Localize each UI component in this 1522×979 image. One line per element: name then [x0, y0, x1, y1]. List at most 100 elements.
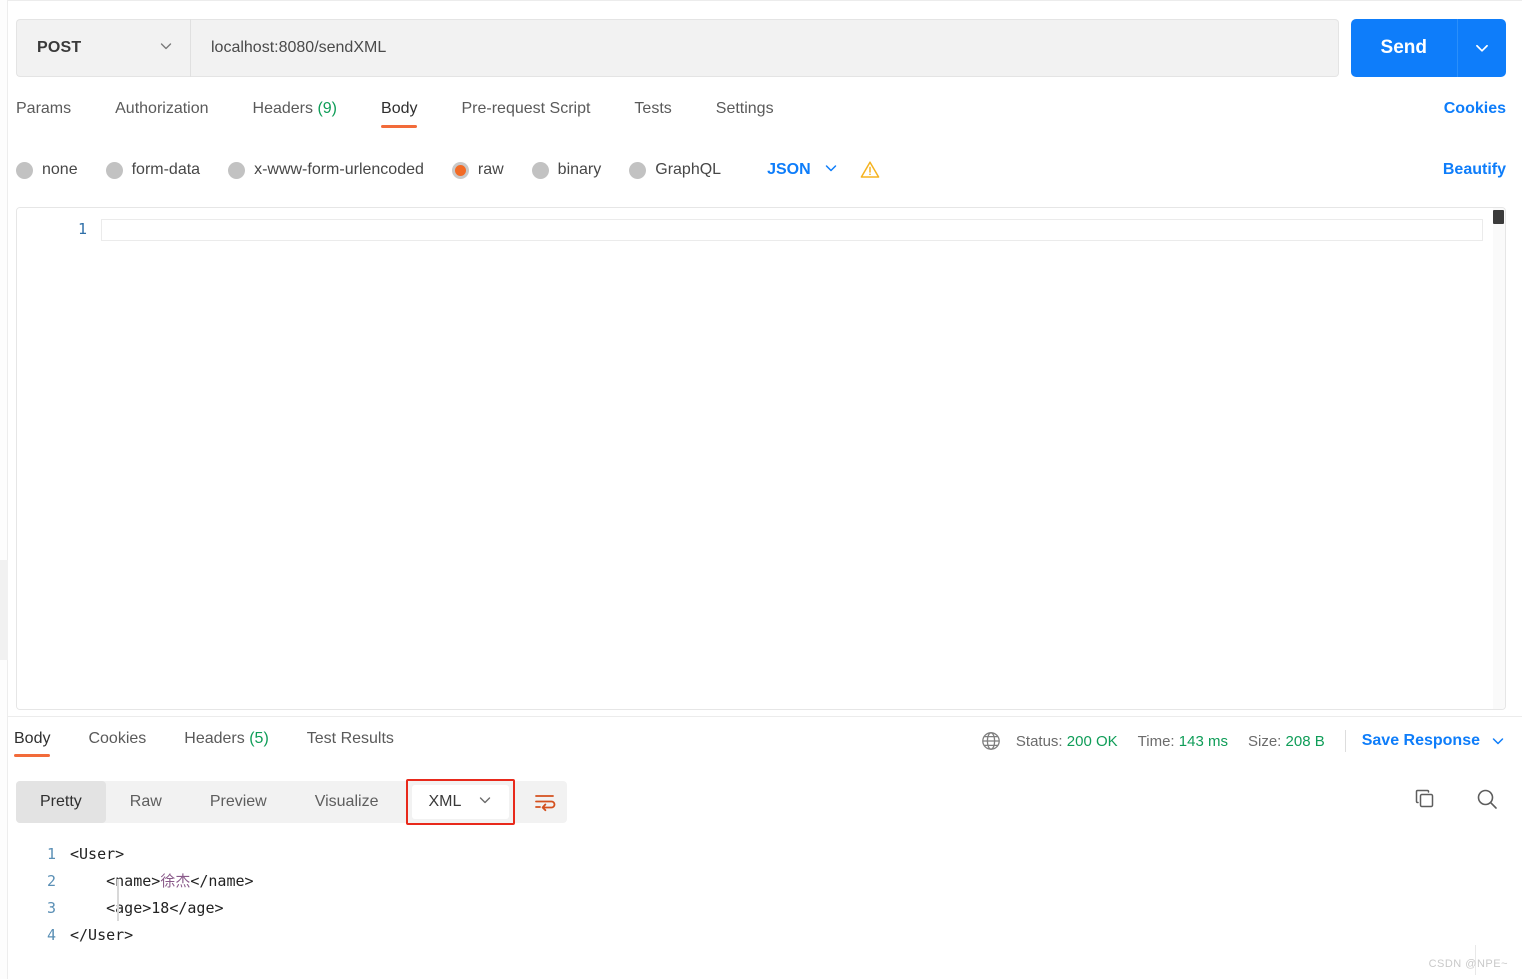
status-label: Status:: [1015, 732, 1063, 750]
view-tab-visualize[interactable]: Visualize: [291, 781, 403, 823]
code-value: 徐杰: [160, 872, 191, 890]
warning-triangle-icon[interactable]: [859, 159, 881, 181]
radio-label: GraphQL: [655, 161, 722, 178]
search-icon[interactable]: [1474, 786, 1500, 812]
tab-count: (9): [317, 100, 338, 117]
word-wrap-icon[interactable]: [523, 781, 567, 823]
tab-label: Body: [14, 730, 51, 747]
editor-scrollbar-thumb[interactable]: [1493, 210, 1504, 224]
code-fold-guide: [117, 879, 119, 921]
radio-label: x-www-form-urlencoded: [254, 161, 424, 178]
code-line-text: <age>18</age>: [70, 898, 224, 917]
radio-label: none: [42, 161, 78, 178]
radio-raw[interactable]: raw: [451, 161, 504, 179]
tab-label: Test Results: [306, 730, 394, 747]
cookies-link[interactable]: Cookies: [1444, 96, 1506, 118]
size-label: Size:: [1247, 732, 1282, 750]
tab-settings[interactable]: Settings: [716, 96, 774, 128]
size-value: 208 B: [1285, 732, 1325, 750]
left-edge-strip: [0, 0, 8, 979]
response-tab-body[interactable]: Body: [14, 728, 51, 757]
radio-x-www-form-urlencoded[interactable]: x-www-form-urlencoded: [228, 161, 424, 179]
body-type-radio-group: none form-data x-www-form-urlencoded raw…: [16, 152, 1506, 188]
response-view-toolbar: Pretty Raw Preview Visualize XML: [16, 779, 568, 825]
raw-format-select[interactable]: JSON: [767, 160, 839, 180]
tab-label: Cookies: [88, 730, 147, 747]
editor-line-number: 1: [77, 220, 87, 238]
radio-label: form-data: [131, 161, 201, 178]
request-tabs: Params Authorization Headers (9) Body Pr…: [16, 96, 1506, 138]
request-url-row: POST localhost:8080/sendXML Send: [16, 19, 1506, 77]
tab-authorization[interactable]: Authorization: [115, 96, 208, 128]
tab-headers[interactable]: Headers (9): [253, 96, 338, 128]
response-tab-cookies[interactable]: Cookies: [88, 728, 146, 757]
tab-label: Body: [381, 100, 418, 117]
code-line-text: </User>: [70, 925, 134, 944]
radio-dot-icon: [228, 161, 246, 179]
tab-label: Tests: [634, 100, 672, 117]
code-line-text: <User>: [70, 844, 125, 863]
code-line-number: 1: [46, 844, 56, 863]
time-label: Time:: [1137, 732, 1175, 750]
copy-icon[interactable]: [1412, 786, 1438, 812]
radio-graphql[interactable]: GraphQL: [629, 161, 721, 179]
http-method-select[interactable]: POST: [16, 19, 190, 77]
radio-label: binary: [557, 161, 602, 178]
tab-params[interactable]: Params: [16, 96, 71, 128]
tab-label: Authorization: [115, 100, 209, 117]
code-line-number: 4: [46, 925, 56, 944]
beautify-link[interactable]: Beautify: [1443, 161, 1506, 179]
request-body-editor[interactable]: 1: [16, 207, 1506, 710]
radio-none[interactable]: none: [16, 161, 78, 179]
http-method-label: POST: [37, 39, 82, 56]
view-tab-raw[interactable]: Raw: [106, 781, 186, 823]
code-line: 2 <name>徐杰</name>: [0, 867, 1522, 894]
response-divider: [8, 716, 1522, 717]
size-group: Size: 208 B: [1248, 733, 1325, 750]
view-tab-preview[interactable]: Preview: [186, 781, 291, 823]
watermark-text: CSDN @NPE~: [1428, 958, 1508, 970]
radio-label: raw: [477, 161, 504, 178]
editor-active-line[interactable]: [101, 219, 1483, 241]
radio-dot-icon: [16, 161, 33, 179]
chevron-down-icon: [1476, 44, 1488, 52]
save-response-label: Save Response: [1361, 732, 1480, 749]
send-button-group: Send: [1350, 19, 1506, 77]
sidebar-drag-handle[interactable]: [0, 560, 8, 660]
status-code-group: Status: 200 OK: [1016, 733, 1118, 750]
tab-pre-request-script[interactable]: Pre-request Script: [461, 96, 590, 128]
response-tab-test-results[interactable]: Test Results: [307, 728, 394, 757]
code-line-number: 3: [46, 898, 56, 917]
radio-dot-selected-icon: [451, 161, 469, 179]
status-value: 200 OK: [1066, 732, 1118, 750]
send-button[interactable]: Send: [1351, 19, 1457, 77]
response-tabs: Body Cookies Headers (5) Test Results: [14, 728, 432, 762]
editor-scrollbar-track[interactable]: [1493, 208, 1505, 709]
chevron-down-icon: [823, 160, 839, 180]
code-line-text: <name>徐杰</name>: [70, 870, 254, 891]
tab-body[interactable]: Body: [381, 96, 418, 128]
save-response-button[interactable]: Save Response: [1362, 732, 1506, 750]
response-format-select[interactable]: XML: [412, 785, 510, 819]
response-tab-headers[interactable]: Headers (5): [184, 728, 269, 757]
view-tab-pretty[interactable]: Pretty: [16, 781, 106, 823]
code-tag-open: <name>: [70, 872, 161, 890]
chevron-down-icon: [158, 38, 174, 58]
tab-label: Pre-request Script: [461, 100, 591, 117]
code-tag-close: </name>: [190, 872, 254, 890]
tab-count: (5): [249, 730, 269, 747]
radio-form-data[interactable]: form-data: [105, 161, 201, 179]
radio-binary[interactable]: binary: [531, 161, 602, 179]
tab-tests[interactable]: Tests: [634, 96, 671, 128]
code-line: 4 </User>: [0, 921, 1522, 948]
chevron-down-icon: [477, 792, 493, 812]
code-line: 3 <age>18</age>: [0, 894, 1522, 921]
send-options-button[interactable]: [1458, 19, 1506, 77]
code-line-number: 2: [46, 871, 56, 890]
chevron-down-icon: [1490, 733, 1506, 749]
time-group: Time: 143 ms: [1138, 733, 1228, 750]
request-url-input[interactable]: localhost:8080/sendXML: [191, 19, 1339, 77]
editor-gutter: 1: [17, 208, 101, 709]
radio-dot-icon: [105, 161, 123, 179]
tab-label: Params: [16, 100, 72, 117]
